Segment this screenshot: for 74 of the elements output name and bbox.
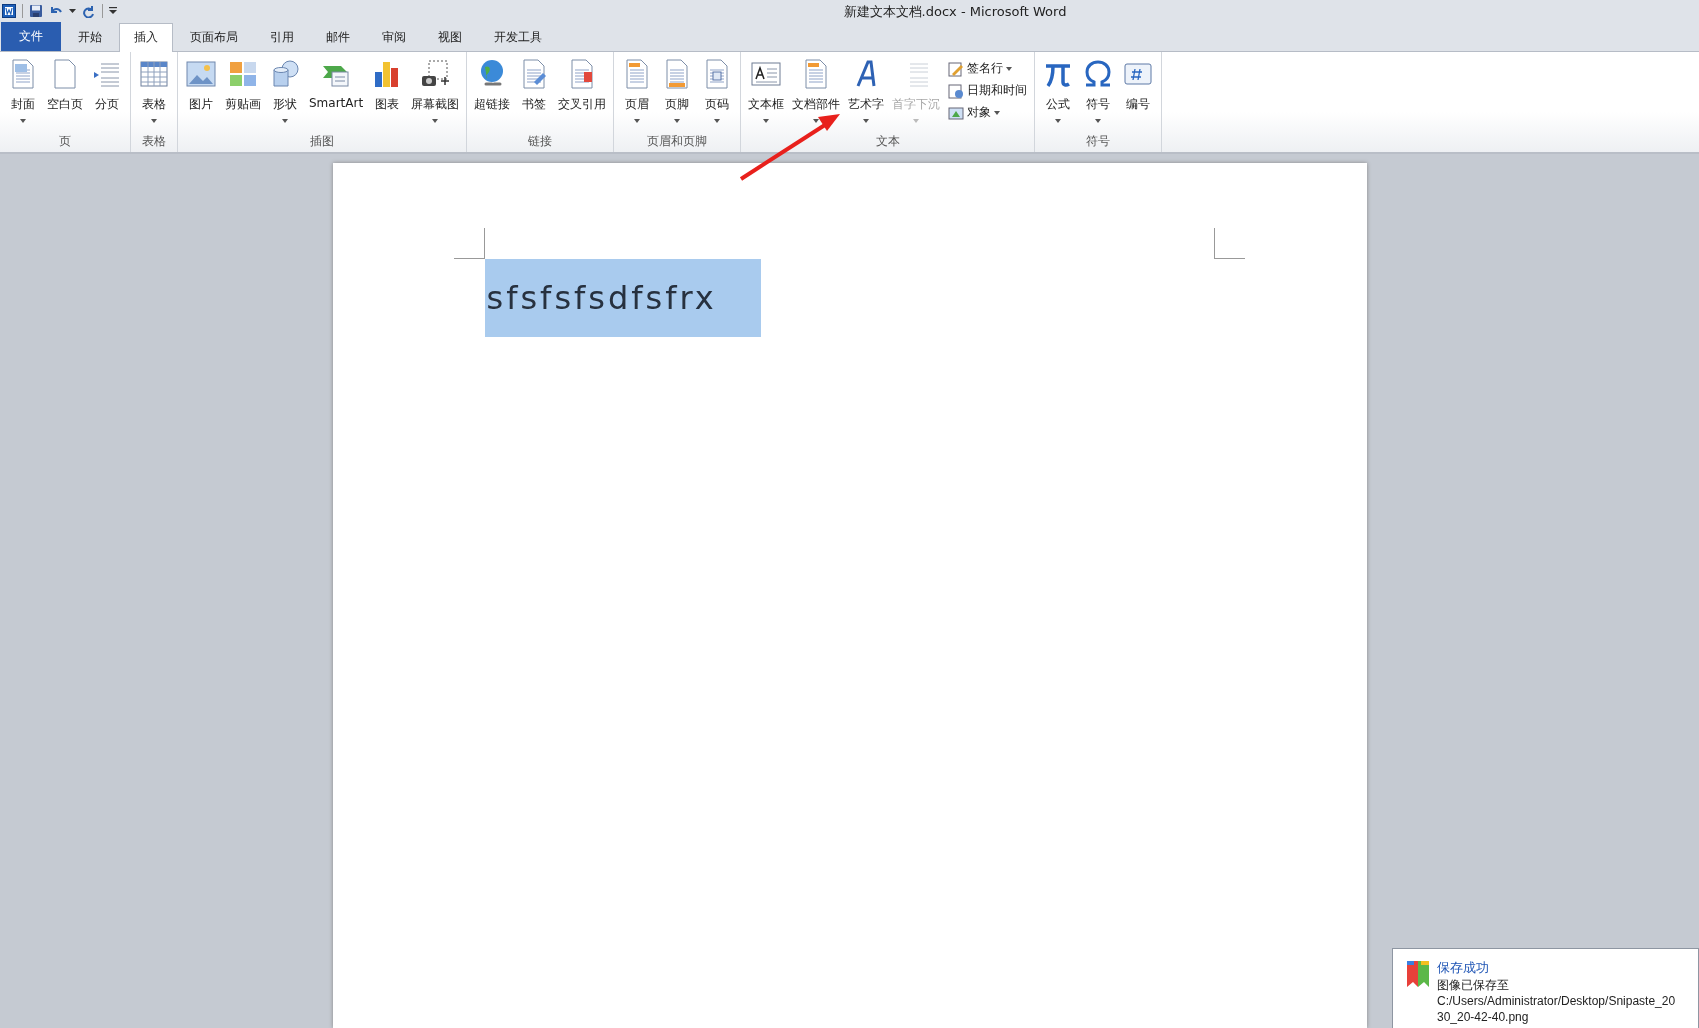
notification-title: 保存成功 xyxy=(1437,959,1490,977)
ribbon-button[interactable]: 超链接 xyxy=(470,56,515,128)
ribbon-tab[interactable]: 引用 xyxy=(255,23,309,51)
document-text: sfsfsfsdfsfrx xyxy=(484,259,761,337)
window-title: 新建文本文档.docx - Microsoft Word xyxy=(843,3,1067,21)
ribbon-tab[interactable]: 页面布局 xyxy=(175,23,253,51)
notification-text: 30_20-42-40.png xyxy=(1437,1009,1530,1025)
ribbon-button[interactable]: 封面 xyxy=(3,56,43,128)
ribbon-button[interactable]: 艺术字 xyxy=(844,56,889,128)
caret-icon xyxy=(674,119,681,123)
calendar-icon xyxy=(948,82,965,99)
caret-icon xyxy=(282,119,288,123)
save-icon[interactable] xyxy=(29,4,43,18)
ribbon-button[interactable]: 页码 xyxy=(697,56,738,128)
ribbon-button[interactable]: 编号 xyxy=(1118,56,1159,128)
caret-icon xyxy=(1006,66,1013,71)
group-label: 页眉和页脚 xyxy=(646,133,709,150)
notification-text: C:/Users/Administrator/Desktop/Snipaste_20 xyxy=(1437,993,1676,1009)
ribbon-tab[interactable]: 审阅 xyxy=(367,23,421,51)
caret-icon xyxy=(634,119,641,123)
caret-icon xyxy=(913,119,920,123)
ribbon-button[interactable]: 空白页 xyxy=(43,56,87,128)
ribbon-button[interactable]: SmartArt xyxy=(305,56,368,128)
ribbon-button[interactable]: 屏幕截图 xyxy=(407,56,464,128)
notification-text: 图像已保存至 xyxy=(1437,977,1510,993)
table-icon xyxy=(138,58,170,90)
ribbon-tab[interactable]: 文件 xyxy=(1,21,61,51)
ribbon-tab[interactable]: 开发工具 xyxy=(479,23,557,51)
group-label: 链接 xyxy=(527,133,554,150)
ribbon-button[interactable]: 图片 xyxy=(181,56,221,128)
ribbon-button[interactable]: 表格 xyxy=(134,56,174,128)
ribbon-tab[interactable]: 邮件 xyxy=(311,23,365,51)
caret-icon xyxy=(432,119,439,123)
crop-mark xyxy=(1213,228,1245,259)
ribbon-button[interactable]: 页眉 xyxy=(617,56,658,128)
picture-icon xyxy=(185,58,217,90)
ribbon-button[interactable]: 文本框 xyxy=(744,56,789,128)
customize-menu-icon[interactable] xyxy=(109,7,117,15)
caret-icon xyxy=(813,119,820,123)
signature-icon xyxy=(948,60,965,77)
ribbon-button[interactable]: 对象 xyxy=(944,102,1032,123)
ribbon-button[interactable]: 符号 xyxy=(1078,56,1119,128)
ribbon-tab[interactable]: 开始 xyxy=(63,23,117,51)
ribbon-button[interactable]: 分页 xyxy=(87,56,127,128)
ribbon-button[interactable]: 书签 xyxy=(514,56,555,128)
caret-icon xyxy=(1055,119,1062,123)
group-label: 表格 xyxy=(141,133,167,150)
ribbon-tab[interactable]: 视图 xyxy=(423,23,477,51)
word-logo-icon xyxy=(2,4,16,18)
ribbon-button[interactable]: 剪贴画 xyxy=(221,56,265,128)
ribbon-button[interactable]: 日期和时间 xyxy=(944,80,1032,101)
ribbon-button[interactable]: 签名行 xyxy=(944,58,1032,79)
caret-icon xyxy=(714,119,721,123)
ribbon-button[interactable]: 图表 xyxy=(367,56,408,128)
ribbon-tab[interactable]: 插入 xyxy=(119,23,173,52)
object-icon xyxy=(948,104,965,121)
caret-icon xyxy=(20,119,26,123)
group-label: 符号 xyxy=(1085,133,1112,150)
caret-icon xyxy=(863,119,870,123)
bookmark-logo-icon xyxy=(1405,959,1431,989)
crop-mark xyxy=(453,228,485,259)
caret-icon xyxy=(763,119,770,123)
ribbon-button[interactable]: 公式 xyxy=(1038,56,1079,128)
redo-icon[interactable] xyxy=(82,4,96,18)
ribbon-button[interactable]: 形状 xyxy=(265,56,305,128)
ribbon-button[interactable]: 交叉引用 xyxy=(554,56,611,128)
caret-icon[interactable] xyxy=(69,8,76,14)
group-label: 插图 xyxy=(309,133,336,150)
caret-icon xyxy=(151,119,157,123)
ribbon-button[interactable]: 页脚 xyxy=(657,56,698,128)
group-label: 文本 xyxy=(874,133,901,150)
caret-icon xyxy=(994,110,1001,115)
caret-icon xyxy=(1095,119,1102,123)
group-label: 页 xyxy=(58,133,72,150)
